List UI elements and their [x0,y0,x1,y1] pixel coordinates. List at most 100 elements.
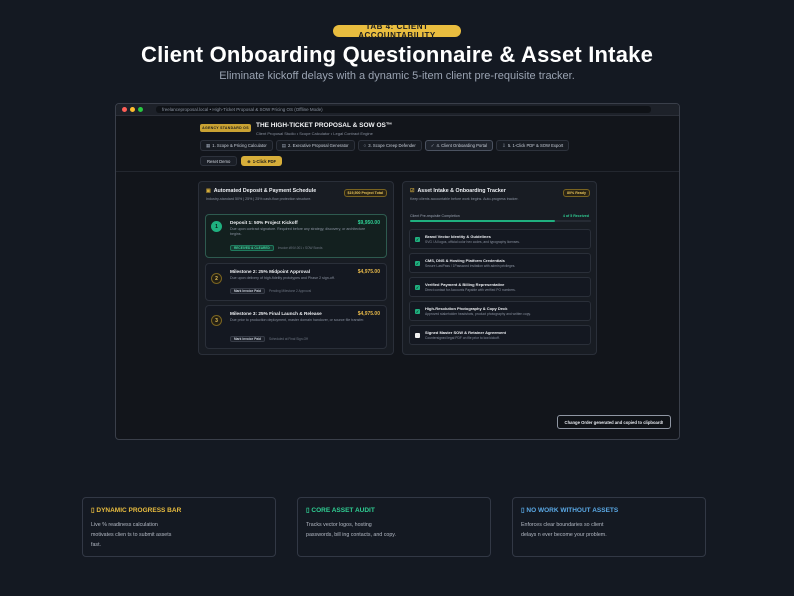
minimize-dot-icon[interactable] [130,107,135,112]
agency-badge: AGENCY STANDARD OS [200,124,251,132]
app-title: THE HIGH-TICKET PROPOSAL & SOW OS™ [256,122,393,129]
tab-scope-creep[interactable]: ○ 3. Scope Creep Defender [357,140,422,151]
main-tabs: ▦ 1. Scope & Pricing Calculator ▤ 2. Exe… [200,140,570,151]
mark-paid-button[interactable]: Mark Invoice Paid [230,336,265,342]
milestone-number: 2 [211,273,222,284]
milestone-card-1: 1 Deposit 1: 50% Project Kickoff $9,950.… [205,214,387,258]
toast-notification[interactable]: Change Order generated and copied to cli… [557,415,671,429]
milestone-status: Mark Invoice Paid Scheduled at Final Sig… [230,336,308,342]
project-total-badge: $19,500 Project Total [343,189,387,197]
feature-title: ▯ CORE ASSET AUDIT [306,506,375,514]
tab-scope-pricing[interactable]: ▦ 1. Scope & Pricing Calculator [200,140,273,151]
tab-label: 5. 1-Click PDF & SOW Export [507,143,564,148]
tab-label: 2. Executive Proposal Generator [288,143,349,148]
payment-schedule-title: ▣ Automated Deposit & Payment Schedule [206,188,316,194]
checkbox-icon[interactable]: ✓ [415,333,420,338]
document-icon: ▤ [281,142,286,148]
milestone-amount: $4,975.00 [357,311,380,317]
pdf-button-label: 1-Click PDF [252,158,277,164]
close-dot-icon[interactable] [122,107,127,112]
invoice-meta: Scheduled at Final Sign-Off [268,337,308,341]
maximize-dot-icon[interactable] [138,107,143,112]
calculator-icon: ▦ [206,142,211,148]
asset-desc: Countersigned legal PDF on file prior to… [425,336,500,340]
milestone-title: Deposit 1: 50% Project Kickoff [230,220,298,225]
checklist-icon: ☑ [410,188,415,194]
milestone-title: Milestone 2: 25% Midpoint Approval [230,269,311,274]
asset-title: Brand Vector Identity & Guidelines [425,234,491,239]
shield-icon: ○ [363,143,367,148]
card-icon: ▣ [206,188,211,194]
asset-tracker-desc: Keep clients accountable before work beg… [410,197,519,201]
readiness-badge: 80% Ready [563,189,590,197]
milestone-desc: Due prior to production deployment, mast… [230,318,365,322]
asset-title: Signed Master SOW & Retainer Agreement [425,330,506,335]
feature-icon: ▯ [91,507,95,514]
milestone-title: Milestone 3: 25% Final Launch & Release [230,311,322,316]
hero-title: Client Onboarding Questionnaire & Asset … [140,42,654,67]
address-bar[interactable]: freelanceproposal.local • High-Ticket Pr… [156,106,651,113]
plus-circle-icon: ⊕ [247,158,251,164]
reset-demo-button[interactable]: Reset Demo [200,156,238,166]
feature-title-text: NO WORK WITHOUT ASSETS [526,507,619,514]
milestone-number: 3 [211,315,222,326]
tab-tag-badge: TAB 4: CLIENT ACCOUNTABILITY [333,22,461,40]
panel-title-text: Asset Intake & Onboarding Tracker [417,188,506,194]
feature-desc: Enforces clear boundaries so client dela… [521,522,607,538]
asset-item[interactable]: ✓ CMS, DNS & Hosting Platform Credential… [409,253,591,273]
browser-window: freelanceproposal.local • High-Ticket Pr… [115,103,680,440]
panel-title-text: Automated Deposit & Payment Schedule [213,188,317,194]
tab-label: 4. Client Onboarding Portal [436,143,488,148]
feature-card-no-work: ▯ NO WORK WITHOUT ASSETS Enforces clear … [512,497,706,557]
checkbox-icon[interactable]: ✓ [415,261,420,266]
asset-title: High-Resolution Photography & Copy Deck [425,306,508,311]
asset-item[interactable]: ✓ Verified Payment & Billing Representat… [409,277,591,297]
header-divider [116,171,679,172]
feature-desc: Live % readiness calculation motivates c… [91,522,172,548]
checkbox-icon[interactable]: ✓ [415,309,420,314]
milestone-status: RECEIVED & CLEARED Invoice #INV-001 • SO… [230,245,322,251]
asset-item[interactable]: ✓ Brand Vector Identity & Guidelines SVG… [409,229,591,249]
tab-proposal-generator[interactable]: ▤ 2. Executive Proposal Generator [275,140,355,151]
tab-pdf-export[interactable]: ⇩ 5. 1-Click PDF & SOW Export [496,140,570,151]
asset-desc: Approved stakeholder headshots, product … [425,312,531,316]
asset-title: CMS, DNS & Hosting Platform Credentials [425,258,505,263]
progress-count: 4 of 5 Received [562,214,589,218]
milestone-number: 1 [211,221,222,232]
feature-title: ▯ DYNAMIC PROGRESS BAR [91,506,181,514]
pdf-export-button[interactable]: ⊕ 1-Click PDF [241,156,283,166]
payment-schedule-panel: ▣ Automated Deposit & Payment Schedule I… [198,181,394,355]
asset-item[interactable]: ✓ High-Resolution Photography & Copy Dec… [409,301,591,321]
asset-desc: Secure LastPass / 1Password invitation w… [425,264,516,268]
payment-schedule-desc: Industry-standard 50% | 25% | 25% cash-f… [206,197,312,201]
feature-desc: Tracks vector logos, hosting passwords, … [306,522,396,538]
download-icon: ⇩ [502,142,506,148]
mark-paid-button[interactable]: Mark Invoice Paid [230,288,265,294]
invoice-meta: Invoice #INV-001 • SOW Bonds [277,246,323,250]
tab-label: 1. Scope & Pricing Calculator [212,143,267,148]
progress-label: Client Pre-requisite Completion [410,214,460,218]
asset-tracker-title: ☑ Asset Intake & Onboarding Tracker [410,188,506,194]
app-subtitle: Client Proposal Studio • Scope Calculato… [256,131,373,136]
hero-subtitle: Eliminate kickoff delays with a dynamic … [219,70,575,82]
milestone-card-3: 3 Milestone 3: 25% Final Launch & Releas… [205,305,387,349]
asset-tracker-panel: ☑ Asset Intake & Onboarding Tracker Keep… [402,181,597,355]
feature-icon: ▯ [521,507,525,514]
asset-item[interactable]: ✓ Signed Master SOW & Retainer Agreement… [409,325,591,345]
progress-bar [410,220,591,222]
received-status-chip: RECEIVED & CLEARED [230,245,274,251]
milestone-amount: $9,950.00 [357,220,380,226]
milestone-card-2: 2 Milestone 2: 25% Midpoint Approval $4,… [205,263,387,301]
action-bar: Reset Demo ⊕ 1-Click PDF [200,156,283,166]
asset-desc: Direct contact for Accounts Payable with… [425,288,516,292]
feature-icon: ▯ [306,507,310,514]
tab-onboarding-portal[interactable]: ✓ 4. Client Onboarding Portal [424,140,494,151]
asset-desc: SVG / AI logos, official color hex codes… [425,240,520,244]
checkbox-icon[interactable]: ✓ [415,237,420,242]
milestone-amount: $4,975.00 [357,269,380,275]
progress-bar-fill [410,220,555,222]
feature-title: ▯ NO WORK WITHOUT ASSETS [521,506,618,514]
browser-chrome: freelanceproposal.local • High-Ticket Pr… [116,104,679,116]
checkbox-icon[interactable]: ✓ [415,285,420,290]
asset-title: Verified Payment & Billing Representativ… [425,282,505,287]
